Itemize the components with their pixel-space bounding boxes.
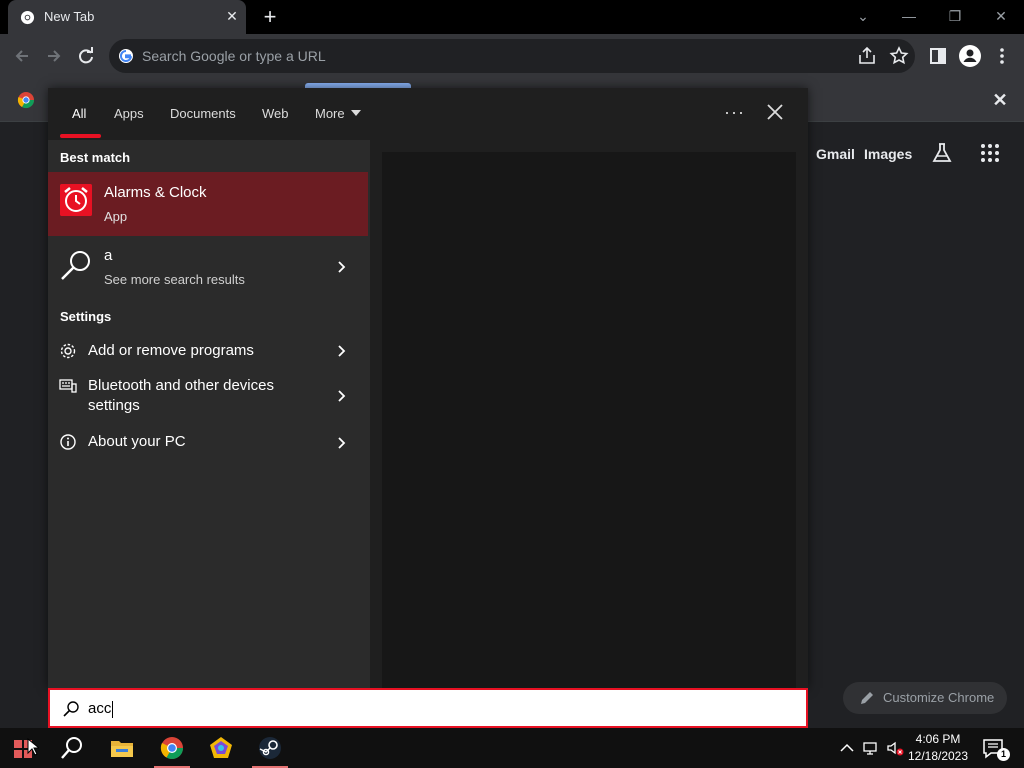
steam-taskbar-button[interactable] <box>246 728 294 768</box>
tab-close-button[interactable]: ✕ <box>224 8 240 24</box>
taskbar: 4:06 PM 12/18/2023 1 <box>0 728 1024 768</box>
best-match-title: Alarms & Clock <box>104 184 207 201</box>
back-arrow-icon[interactable] <box>9 43 35 69</box>
address-bar-placeholder: Search Google or type a URL <box>142 48 326 64</box>
tab-new-tab[interactable]: New Tab ✕ <box>8 0 246 34</box>
search-query-text: acc <box>88 700 114 718</box>
tab-more-label: More <box>315 106 345 121</box>
web-search-item[interactable]: a See more search results <box>48 238 370 296</box>
network-icon[interactable] <box>862 739 880 757</box>
best-match-item[interactable]: Alarms & Clock App <box>48 172 368 236</box>
bookmark-star-icon[interactable] <box>887 44 911 68</box>
tab-title: New Tab <box>44 9 95 24</box>
side-panel-icon[interactable] <box>926 44 950 68</box>
steam-icon <box>259 737 281 759</box>
taskbar-search-button[interactable] <box>48 728 96 768</box>
text-caret <box>112 700 114 718</box>
labs-flask-icon[interactable] <box>930 141 954 165</box>
settings-item-label: About your PC <box>88 433 186 450</box>
start-button[interactable] <box>0 728 48 768</box>
settings-item-bluetooth-devices[interactable]: Bluetooth and other devices settings <box>48 374 370 420</box>
pencil-icon <box>861 692 873 704</box>
notification-badge: 1 <box>997 748 1010 761</box>
web-search-query: a <box>104 247 113 264</box>
alarm-clock-icon <box>60 184 92 216</box>
chrome-icon <box>17 92 35 109</box>
settings-item-add-remove-programs[interactable]: Add or remove programs <box>48 336 370 366</box>
infobar-close-button[interactable]: ✕ <box>990 90 1010 110</box>
browser-toolbar: Search Google or type a URL <box>0 34 1024 78</box>
gear-icon <box>60 343 76 359</box>
devices-icon <box>59 379 77 393</box>
new-tab-button[interactable]: + <box>259 6 281 28</box>
clock-time[interactable]: 4:06 PM <box>906 732 970 746</box>
mouse-cursor-icon <box>27 738 39 756</box>
tab-more[interactable]: More <box>315 106 361 121</box>
file-explorer-button[interactable] <box>98 728 146 768</box>
search-filter-tabs: All Apps Documents Web More ··· <box>48 88 808 140</box>
minimize-button[interactable]: — <box>897 5 921 27</box>
forward-arrow-icon[interactable] <box>41 43 67 69</box>
customize-chrome-label: Customize Chrome <box>883 690 995 705</box>
chrome-icon <box>20 10 35 25</box>
best-match-subtitle: App <box>104 209 128 224</box>
search-icon <box>63 701 79 717</box>
start-search-panel: All Apps Documents Web More ··· Best mat… <box>48 88 808 688</box>
settings-heading: Settings <box>60 309 112 324</box>
folder-icon <box>111 741 133 757</box>
images-link[interactable]: Images <box>864 146 912 162</box>
reload-icon[interactable] <box>73 43 99 69</box>
search-query-value: acc <box>88 700 112 717</box>
search-icon <box>61 251 90 280</box>
settings-item-label-line2: settings <box>88 397 140 414</box>
google-apps-icon[interactable] <box>980 143 1000 163</box>
tab-documents[interactable]: Documents <box>170 106 236 121</box>
tab-all[interactable]: All <box>72 106 86 121</box>
start-search-input[interactable]: acc <box>48 688 808 728</box>
chevron-right-icon <box>338 261 346 273</box>
customize-chrome-button[interactable]: Customize Chrome <box>843 682 1007 714</box>
close-window-button[interactable]: ✕ <box>989 5 1013 27</box>
menu-dots-icon[interactable] <box>990 44 1014 68</box>
settings-item-label: Bluetooth and other devices <box>88 377 274 394</box>
search-icon <box>61 737 82 759</box>
chevron-right-icon <box>338 437 346 449</box>
active-tab-indicator <box>60 134 101 138</box>
settings-item-about-pc[interactable]: About your PC <box>48 428 370 458</box>
info-icon <box>60 434 76 450</box>
chevron-right-icon <box>338 390 346 402</box>
web-search-subtitle: See more search results <box>104 272 245 287</box>
title-bar: New Tab ✕ + ⌄ — ❐ ✕ <box>0 0 1024 34</box>
settings-item-label: Add or remove programs <box>88 342 254 359</box>
pentagon-app-icon <box>210 737 232 758</box>
preview-pane <box>382 152 796 688</box>
chrome-icon <box>160 737 183 759</box>
best-match-heading: Best match <box>60 150 131 165</box>
clock-date[interactable]: 12/18/2023 <box>906 749 970 763</box>
restore-button[interactable]: ❐ <box>943 5 967 27</box>
volume-muted-icon[interactable] <box>886 739 904 757</box>
close-icon[interactable] <box>764 101 786 123</box>
chrome-taskbar-button[interactable] <box>148 728 196 768</box>
app-taskbar-button[interactable] <box>197 728 245 768</box>
chevron-down-icon <box>350 109 361 116</box>
google-icon <box>119 49 133 63</box>
chevron-up-icon[interactable] <box>838 739 856 757</box>
more-options-button[interactable]: ··· <box>724 102 745 123</box>
address-bar[interactable]: Search Google or type a URL <box>109 39 915 73</box>
profile-avatar-icon[interactable] <box>958 44 982 68</box>
tab-apps[interactable]: Apps <box>114 106 144 121</box>
tab-search-button[interactable]: ⌄ <box>851 5 875 27</box>
gmail-link[interactable]: Gmail <box>816 146 855 162</box>
tab-web[interactable]: Web <box>262 106 289 121</box>
share-icon[interactable] <box>855 44 879 68</box>
chevron-right-icon <box>338 345 346 357</box>
